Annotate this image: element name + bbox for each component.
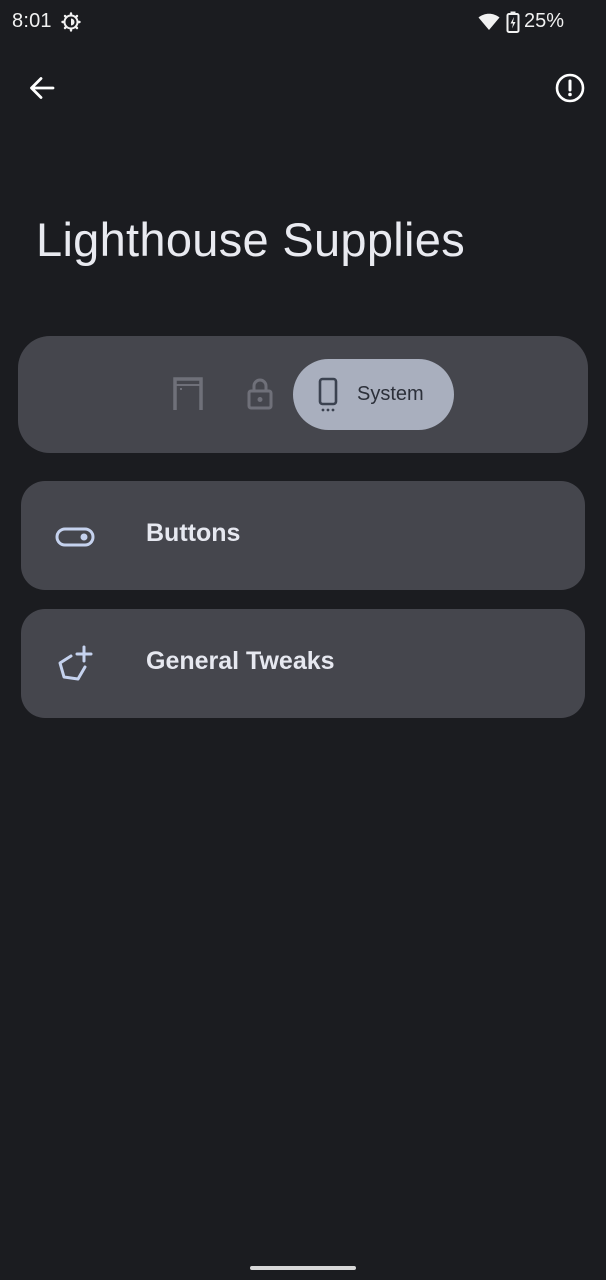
status-time: 8:01	[12, 10, 52, 32]
page-title: Lighthouse Supplies	[36, 213, 466, 266]
general-tweaks-card[interactable]: General Tweaks	[21, 609, 585, 718]
phone-icon	[318, 377, 338, 411]
wifi-icon	[478, 13, 500, 30]
tab-system[interactable]: System	[293, 359, 454, 430]
home-icon	[173, 377, 203, 410]
toggle-icon	[55, 527, 95, 547]
info-button[interactable]	[552, 70, 588, 106]
home-gesture-bar[interactable]	[250, 1266, 356, 1270]
back-button[interactable]	[24, 70, 60, 106]
settings-gear-icon	[61, 12, 81, 32]
info-exclamation-icon	[555, 73, 585, 103]
tab-system-label: System	[357, 383, 424, 405]
general-tweaks-label: General Tweaks	[146, 647, 335, 675]
section-tab-strip: System	[18, 336, 588, 453]
status-right-group: 25%	[478, 10, 564, 33]
buttons-card[interactable]: Buttons	[21, 481, 585, 590]
tweaks-plus-icon	[58, 645, 93, 681]
tab-home[interactable]	[168, 374, 208, 414]
buttons-label: Buttons	[146, 519, 241, 547]
lock-icon	[247, 378, 273, 410]
status-bar: 8:01 25%	[0, 0, 606, 46]
arrow-back-icon	[30, 77, 55, 99]
battery-charging-icon	[506, 11, 520, 33]
tab-lock[interactable]	[240, 374, 280, 414]
battery-percent: 25%	[523, 10, 564, 32]
